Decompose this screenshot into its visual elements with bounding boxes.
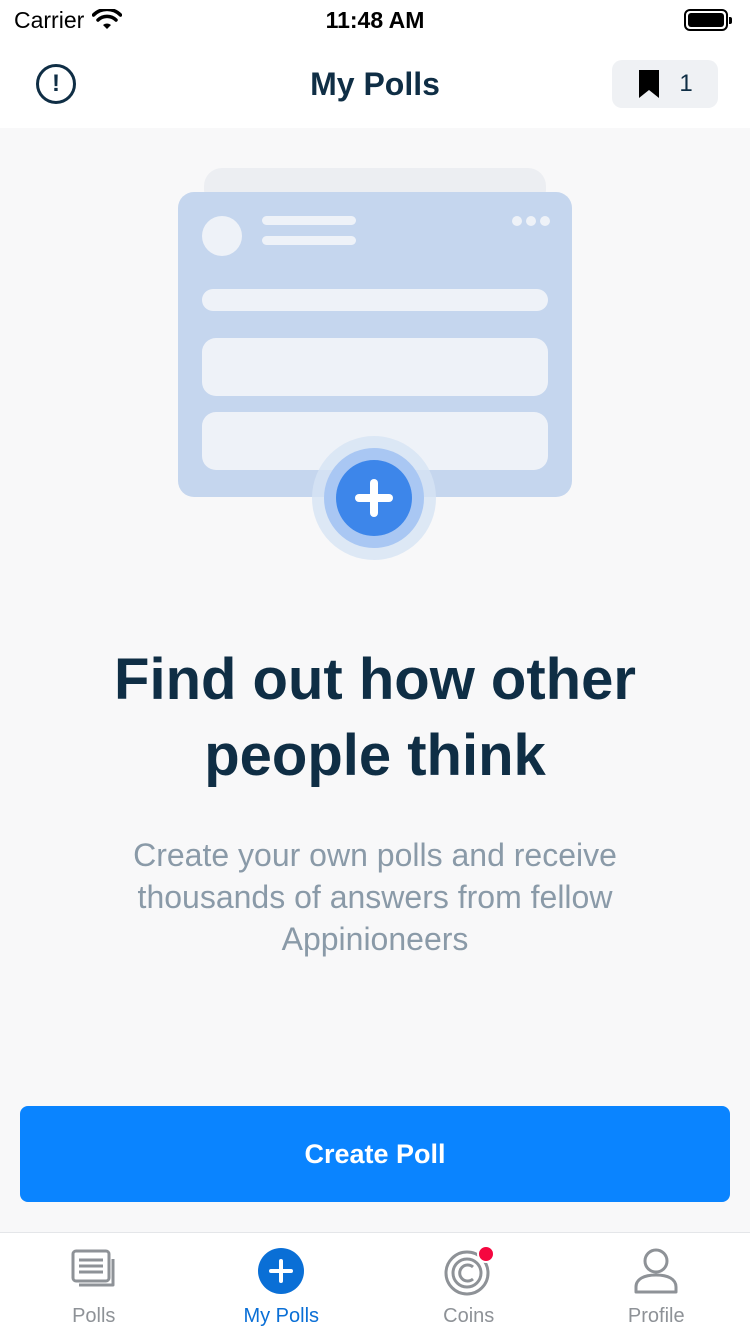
- create-poll-button[interactable]: Create Poll: [20, 1106, 730, 1202]
- notification-badge: [476, 1245, 495, 1263]
- avatar-placeholder: [202, 216, 242, 256]
- add-circle-icon: [255, 1245, 307, 1297]
- nav-bar: ! My Polls 1: [0, 40, 750, 128]
- carrier-label: Carrier: [14, 6, 85, 33]
- tab-label-polls: Polls: [72, 1305, 116, 1327]
- tab-label-my-polls: My Polls: [243, 1305, 320, 1327]
- exclamation-icon: !: [52, 70, 60, 97]
- page-title: My Polls: [310, 65, 440, 102]
- coins-icon: [443, 1245, 495, 1297]
- tab-label-profile: Profile: [627, 1305, 685, 1327]
- tab-my-polls[interactable]: My Polls: [188, 1233, 376, 1334]
- tab-profile[interactable]: Profile: [563, 1233, 750, 1334]
- info-button[interactable]: !: [36, 64, 76, 104]
- bookmark-icon: [639, 70, 660, 98]
- wifi-icon: [92, 9, 123, 29]
- tab-coins[interactable]: Coins: [375, 1233, 563, 1334]
- polls-icon: [68, 1245, 120, 1297]
- status-left: Carrier: [14, 6, 123, 34]
- bookmark-count: 1: [679, 70, 693, 97]
- poll-illustration: [178, 168, 572, 560]
- profile-icon: [630, 1245, 682, 1297]
- status-bar: Carrier 11:48 AM: [0, 0, 750, 40]
- battery-icon: [684, 9, 732, 31]
- empty-state-headline: Find out how other people think: [114, 647, 636, 788]
- bookmark-button[interactable]: 1: [612, 60, 718, 108]
- empty-state-description: Create your own polls and receive thousa…: [133, 837, 617, 957]
- tab-label-coins: Coins: [443, 1305, 495, 1327]
- more-icon: [512, 216, 522, 226]
- tab-bar: Polls My Polls Coins Profile: [0, 1232, 750, 1334]
- tab-polls[interactable]: Polls: [0, 1233, 188, 1334]
